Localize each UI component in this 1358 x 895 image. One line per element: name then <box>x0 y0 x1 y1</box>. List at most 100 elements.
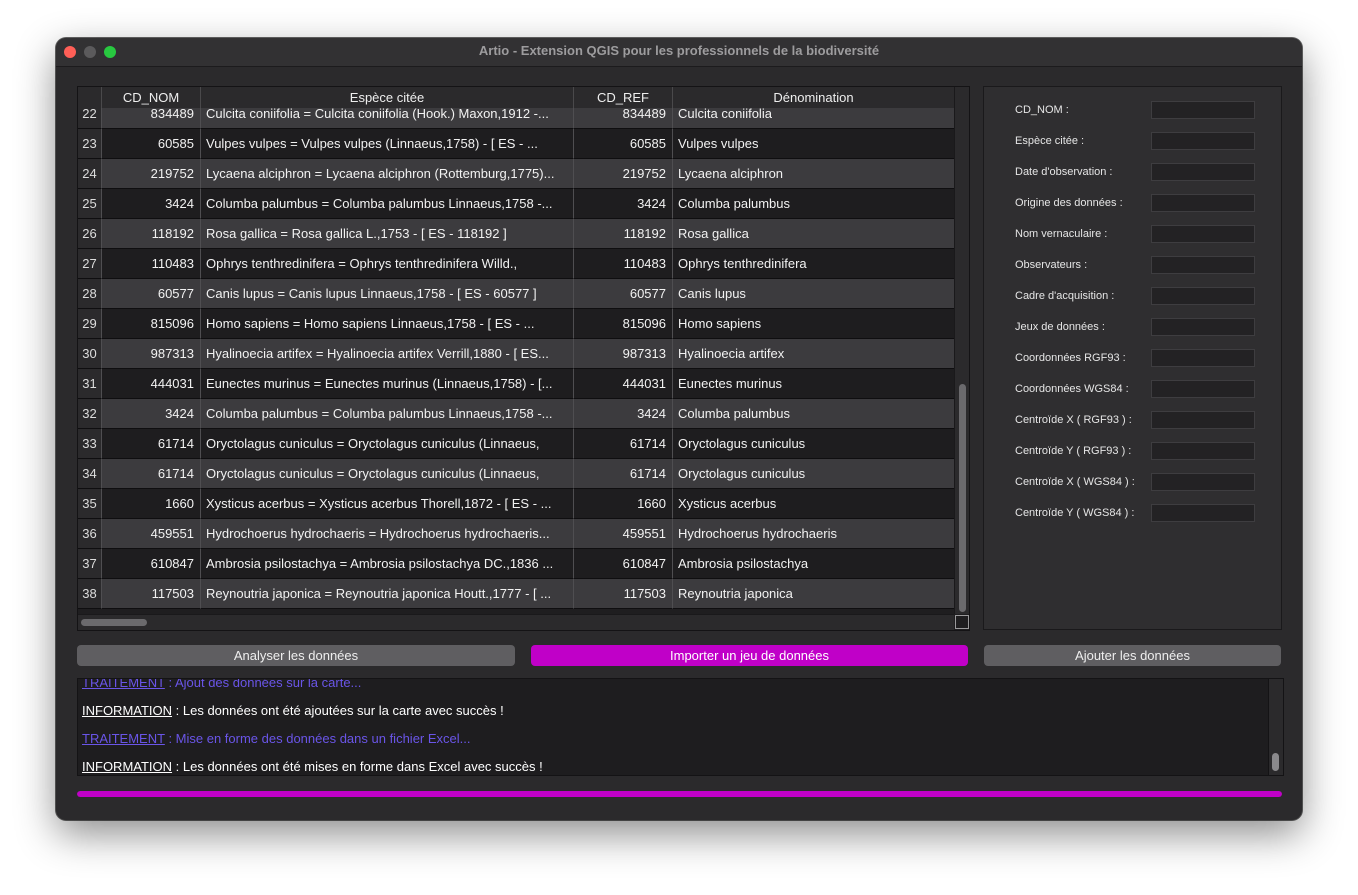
denomination-cell[interactable]: Lycaena alciphron <box>673 159 954 189</box>
espece-citee-cell[interactable]: Ambrosia psilostachya = Ambrosia psilost… <box>201 549 574 579</box>
espece-citee-cell[interactable]: Hydrochoerus hydrochaeris = Hydrochoerus… <box>201 519 574 549</box>
table-row[interactable]: 38 117503 Reynoutria japonica = Reynoutria… <box>78 579 954 609</box>
table-row[interactable]: 27 110483 Ophrys tenthredinifera = Ophrys … <box>78 249 954 279</box>
field-input[interactable] <box>1151 194 1255 212</box>
denomination-cell[interactable]: Reynoutria japonica <box>673 579 954 609</box>
field-input[interactable] <box>1151 225 1255 243</box>
cd-nom-cell[interactable]: 834489 <box>102 108 201 129</box>
denomination-cell[interactable]: Canis lupus <box>673 279 954 309</box>
import-dataset-button[interactable]: Importer un jeu de données <box>531 645 968 666</box>
row-index-cell[interactable]: 32 <box>78 399 102 429</box>
denomination-cell[interactable]: Homo sapiens <box>673 309 954 339</box>
denomination-cell[interactable]: Culcita coniifolia <box>673 108 954 129</box>
field-input[interactable] <box>1151 318 1255 336</box>
cd-nom-cell[interactable]: 60585 <box>102 129 201 159</box>
table-row[interactable]: 30 987313 Hyalinoecia artifex = Hyalinoeci… <box>78 339 954 369</box>
row-index-cell[interactable]: 29 <box>78 309 102 339</box>
table-row[interactable]: 25 3424 Columba palumbus = Columba palumbu… <box>78 189 954 219</box>
cd-nom-cell[interactable]: 118192 <box>102 219 201 249</box>
table-row[interactable]: 24 219752 Lycaena alciphron = Lycaena alci… <box>78 159 954 189</box>
denomination-cell[interactable]: Ambrosia psilostachya <box>673 549 954 579</box>
row-index-cell[interactable]: 23 <box>78 129 102 159</box>
table-row[interactable]: 35 1660 Xysticus acerbus = Xysticus acerbu… <box>78 489 954 519</box>
espece-citee-cell[interactable]: Reynoutria japonica = Reynoutria japonic… <box>201 579 574 609</box>
log-scroll-thumb[interactable] <box>1272 753 1279 771</box>
table-row[interactable]: 31 444031 Eunectes murinus = Eunectes muri… <box>78 369 954 399</box>
field-input[interactable] <box>1151 411 1255 429</box>
field-input[interactable] <box>1151 163 1255 181</box>
espece-citee-cell[interactable]: Hyalinoecia artifex = Hyalinoecia artife… <box>201 339 574 369</box>
field-input[interactable] <box>1151 256 1255 274</box>
espece-citee-cell[interactable]: Ophrys tenthredinifera = Ophrys tenthred… <box>201 249 574 279</box>
table-row[interactable]: 33 61714 Oryctolagus cuniculus = Oryctolag… <box>78 429 954 459</box>
espece-citee-cell[interactable]: Culcita coniifolia = Culcita coniifolia … <box>201 108 574 129</box>
cd-ref-cell[interactable]: 444031 <box>574 369 673 399</box>
row-index-cell[interactable]: 24 <box>78 159 102 189</box>
cd-ref-cell[interactable]: 117503 <box>574 579 673 609</box>
table-horizontal-scrollbar[interactable] <box>78 614 954 630</box>
denomination-cell[interactable]: Oryctolagus cuniculus <box>673 459 954 489</box>
espece-citee-cell[interactable]: Xysticus acerbus = Xysticus acerbus Thor… <box>201 489 574 519</box>
table-row[interactable]: 26 118192 Rosa gallica = Rosa gallica L.,1… <box>78 219 954 249</box>
header-cd-ref[interactable]: CD_REF <box>574 87 673 108</box>
cd-ref-cell[interactable]: 110483 <box>574 249 673 279</box>
row-index-cell[interactable]: 30 <box>78 339 102 369</box>
espece-citee-cell[interactable]: Vulpes vulpes = Vulpes vulpes (Linnaeus,… <box>201 129 574 159</box>
row-index-cell[interactable]: 35 <box>78 489 102 519</box>
cd-nom-cell[interactable]: 610847 <box>102 549 201 579</box>
add-data-button[interactable]: Ajouter les données <box>984 645 1281 666</box>
row-index-cell[interactable]: 22 <box>78 108 102 129</box>
field-input[interactable] <box>1151 442 1255 460</box>
table-row[interactable]: 34 61714 Oryctolagus cuniculus = Oryctolag… <box>78 459 954 489</box>
table-row[interactable]: 32 3424 Columba palumbus = Columba palumbu… <box>78 399 954 429</box>
cd-ref-cell[interactable]: 118192 <box>574 219 673 249</box>
cd-ref-cell[interactable]: 610847 <box>574 549 673 579</box>
row-index-cell[interactable]: 36 <box>78 519 102 549</box>
row-index-cell[interactable]: 37 <box>78 549 102 579</box>
row-index-cell[interactable]: 25 <box>78 189 102 219</box>
espece-citee-cell[interactable]: Canis lupus = Canis lupus Linnaeus,1758 … <box>201 279 574 309</box>
field-input[interactable] <box>1151 473 1255 491</box>
denomination-cell[interactable]: Rosa gallica <box>673 219 954 249</box>
cd-ref-cell[interactable]: 219752 <box>574 159 673 189</box>
header-corner[interactable] <box>78 87 102 108</box>
espece-citee-cell[interactable]: Columba palumbus = Columba palumbus Linn… <box>201 399 574 429</box>
denomination-cell[interactable]: Columba palumbus <box>673 399 954 429</box>
cd-ref-cell[interactable]: 3424 <box>574 399 673 429</box>
espece-citee-cell[interactable]: Homo sapiens = Homo sapiens Linnaeus,175… <box>201 309 574 339</box>
header-espece-citee[interactable]: Espèce citée <box>201 87 574 108</box>
table-vertical-scrollbar[interactable] <box>954 87 969 614</box>
row-index-cell[interactable]: 31 <box>78 369 102 399</box>
log-scrollbar[interactable] <box>1268 679 1283 775</box>
header-denomination[interactable]: Dénomination <box>673 87 954 108</box>
row-index-cell[interactable]: 34 <box>78 459 102 489</box>
table-row[interactable]: 28 60577 Canis lupus = Canis lupus Linnaeu… <box>78 279 954 309</box>
field-input[interactable] <box>1151 349 1255 367</box>
table-row[interactable]: 23 60585 Vulpes vulpes = Vulpes vulpes (Li… <box>78 129 954 159</box>
species-table[interactable]: CD_NOM Espèce citée CD_REF Dénomination … <box>77 86 970 631</box>
table-vertical-scroll-thumb[interactable] <box>959 384 966 612</box>
espece-citee-cell[interactable]: Oryctolagus cuniculus = Oryctolagus cuni… <box>201 429 574 459</box>
cd-ref-cell[interactable]: 60585 <box>574 129 673 159</box>
cd-nom-cell[interactable]: 459551 <box>102 519 201 549</box>
field-input[interactable] <box>1151 504 1255 522</box>
cd-ref-cell[interactable]: 459551 <box>574 519 673 549</box>
table-row[interactable]: 37 610847 Ambrosia psilostachya = Ambrosia… <box>78 549 954 579</box>
denomination-cell[interactable]: Hydrochoerus hydrochaeris <box>673 519 954 549</box>
denomination-cell[interactable]: Eunectes murinus <box>673 369 954 399</box>
denomination-cell[interactable]: Hyalinoecia artifex <box>673 339 954 369</box>
row-index-cell[interactable]: 26 <box>78 219 102 249</box>
cd-nom-cell[interactable]: 1660 <box>102 489 201 519</box>
cd-nom-cell[interactable]: 815096 <box>102 309 201 339</box>
denomination-cell[interactable]: Columba palumbus <box>673 189 954 219</box>
field-input[interactable] <box>1151 101 1255 119</box>
cd-nom-cell[interactable]: 444031 <box>102 369 201 399</box>
cd-nom-cell[interactable]: 3424 <box>102 399 201 429</box>
cd-nom-cell[interactable]: 219752 <box>102 159 201 189</box>
cd-ref-cell[interactable]: 61714 <box>574 429 673 459</box>
cd-ref-cell[interactable]: 1660 <box>574 489 673 519</box>
table-row[interactable]: 22 834489 Culcita coniifolia = Culcita con… <box>78 108 954 129</box>
cd-nom-cell[interactable]: 110483 <box>102 249 201 279</box>
cd-ref-cell[interactable]: 60577 <box>574 279 673 309</box>
log-console[interactable]: TRAITEMENT : Ajout des données sur la ca… <box>77 678 1284 776</box>
